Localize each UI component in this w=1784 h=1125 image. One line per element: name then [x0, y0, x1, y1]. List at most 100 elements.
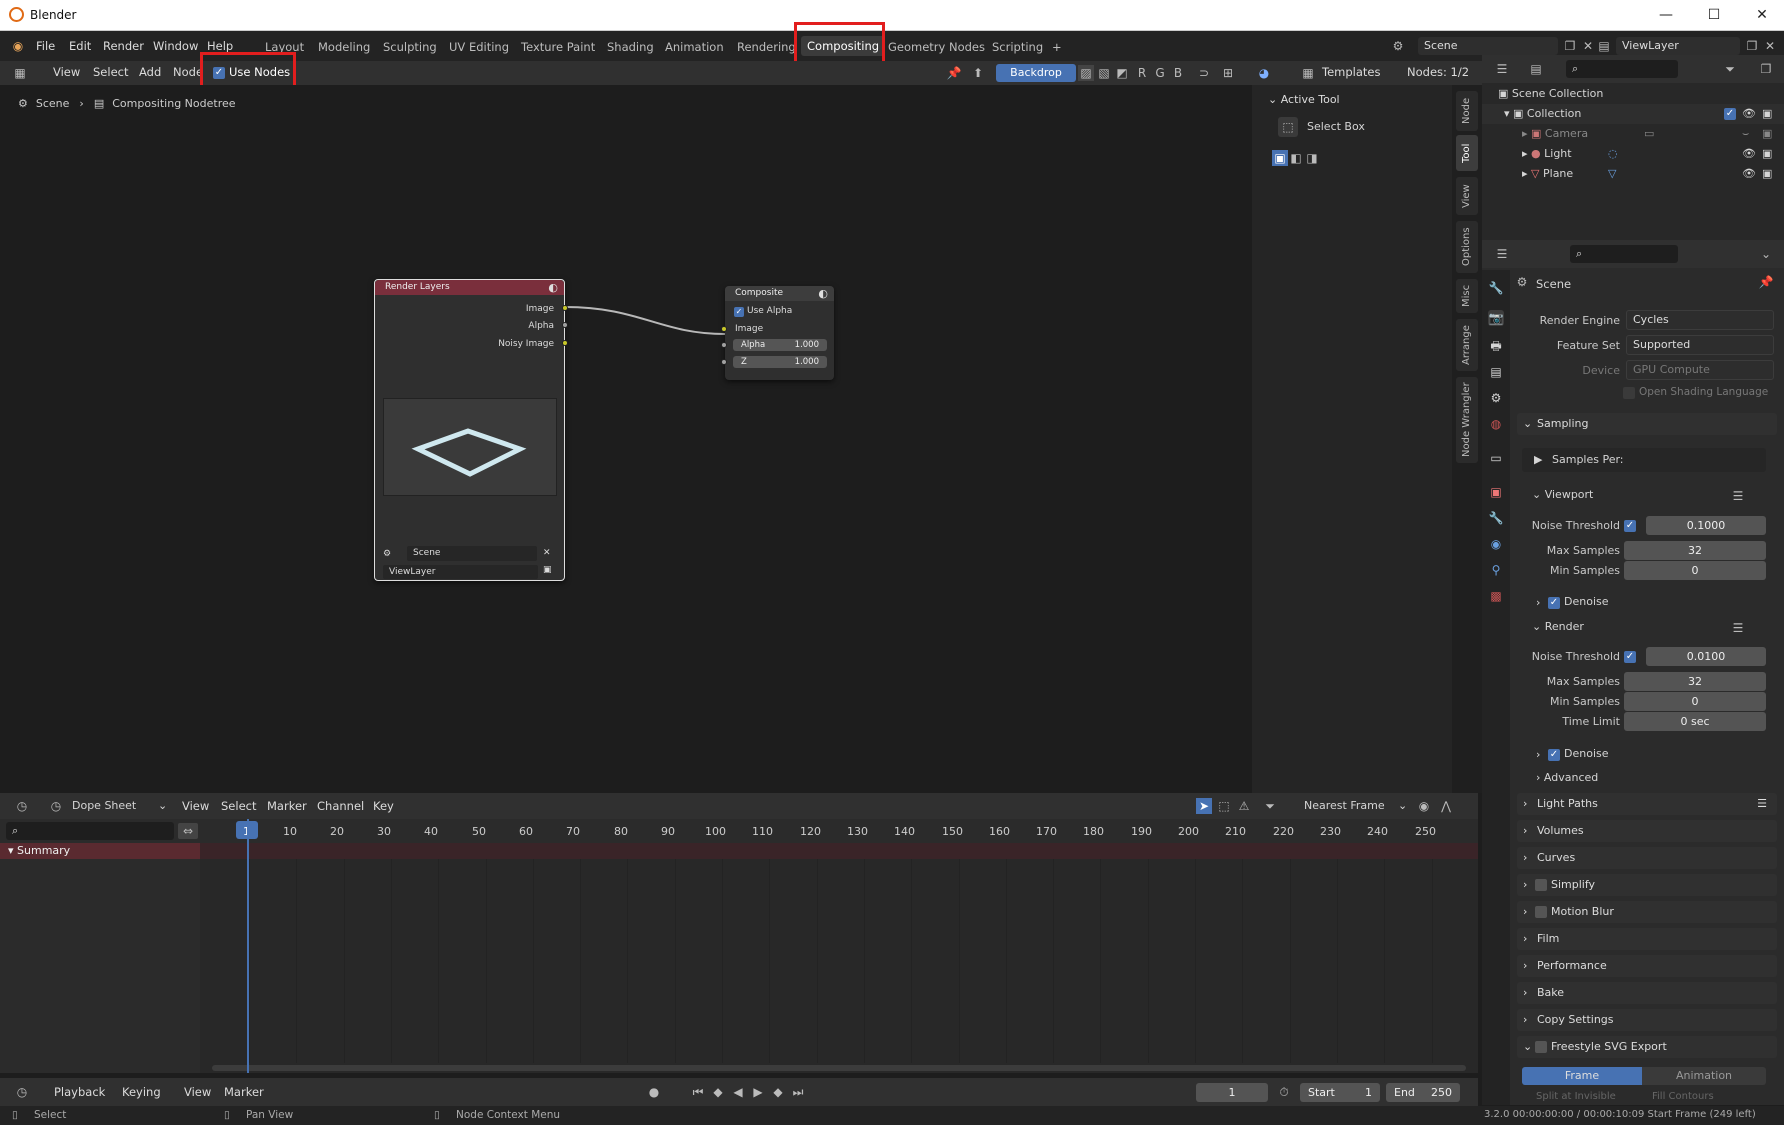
- sidebar-tab-options[interactable]: Options: [1456, 221, 1478, 273]
- texture-tab-icon[interactable]: ▩: [1488, 588, 1504, 604]
- world-tab-icon[interactable]: ◍: [1488, 416, 1504, 432]
- delete-viewlayer-icon[interactable]: ✕: [1762, 38, 1778, 54]
- frame-ruler[interactable]: ⌕ ⇔ 1 10 20 30 40 50 60 70 80 90 100 110…: [0, 819, 1478, 843]
- collection-exclude-checkbox[interactable]: ✓: [1724, 108, 1736, 120]
- physics-tab-icon[interactable]: ◉: [1488, 536, 1504, 552]
- device-dropdown[interactable]: GPU Compute: [1626, 360, 1774, 380]
- templates-menu[interactable]: Templates: [1322, 65, 1380, 79]
- display-rgba-icon[interactable]: ▧: [1096, 65, 1112, 81]
- visibility-icon[interactable]: 👁: [1742, 104, 1756, 124]
- add-workspace-button[interactable]: +: [1052, 40, 1062, 54]
- freestyle-svg-checkbox[interactable]: [1535, 1041, 1547, 1053]
- tab-animation[interactable]: Animation: [665, 40, 724, 54]
- r-min-field[interactable]: 0: [1624, 692, 1766, 711]
- parent-icon[interactable]: ⬆: [970, 65, 986, 81]
- mode-extend-icon[interactable]: ◧: [1288, 150, 1304, 166]
- viewport-subpanel[interactable]: ⌄ Viewport: [1532, 488, 1593, 501]
- render-layer-icon[interactable]: ▣: [543, 565, 552, 575]
- record-icon[interactable]: ●: [646, 1084, 662, 1100]
- mode-new-icon[interactable]: ▣: [1272, 150, 1288, 166]
- scene-selector[interactable]: Scene: [1418, 37, 1558, 55]
- active-tool-header[interactable]: ⌄ Active Tool: [1268, 91, 1448, 109]
- dope-menu-channel[interactable]: Channel: [317, 799, 364, 813]
- snap-icon[interactable]: ⊞: [1220, 65, 1236, 81]
- tab-sculpting[interactable]: Sculpting: [383, 40, 437, 54]
- copy-settings-panel[interactable]: › Copy Settings: [1517, 1009, 1777, 1031]
- z-input-field[interactable]: Z 1.000: [733, 356, 827, 368]
- output-tab-icon[interactable]: 🖶: [1488, 338, 1504, 354]
- sidebar-tab-node[interactable]: Node: [1456, 91, 1478, 131]
- camera-render-icon[interactable]: ▣: [1762, 144, 1772, 164]
- render-tab-icon[interactable]: 📷: [1488, 310, 1504, 326]
- modifier-tab-icon[interactable]: 🔧: [1488, 510, 1504, 526]
- collection-tab-icon[interactable]: ▭: [1488, 450, 1504, 466]
- dope-menu-view[interactable]: View: [182, 799, 209, 813]
- jump-start-icon[interactable]: ⏮: [690, 1084, 706, 1100]
- new-viewlayer-icon[interactable]: ❐: [1744, 38, 1760, 54]
- view-layer-tab-icon[interactable]: ▤: [1488, 364, 1504, 380]
- outliner-item-light[interactable]: ▸ ● Light ◌ 👁 ▣: [1482, 144, 1784, 164]
- sidebar-tab-view[interactable]: View: [1456, 177, 1478, 215]
- snap-dropdown[interactable]: Nearest Frame: [1304, 799, 1385, 812]
- menu-playback[interactable]: Playback: [54, 1085, 105, 1099]
- close-icon[interactable]: ✕: [1750, 4, 1774, 26]
- animation-mode-button[interactable]: Animation: [1642, 1067, 1766, 1085]
- render-icon[interactable]: ◐: [548, 281, 558, 294]
- bake-panel[interactable]: › Bake: [1517, 982, 1777, 1004]
- channel-search[interactable]: ⌕: [6, 822, 174, 840]
- alpha-socket[interactable]: [562, 322, 568, 328]
- tab-modeling[interactable]: Modeling: [318, 40, 370, 54]
- viewlayer-selector[interactable]: ViewLayer: [1616, 37, 1740, 55]
- menu-add[interactable]: Add: [139, 65, 161, 79]
- motion-blur-checkbox[interactable]: [1535, 906, 1547, 918]
- fill-contours-label[interactable]: Fill Contours: [1652, 1091, 1714, 1103]
- display-rgb-icon[interactable]: ▨: [1078, 65, 1094, 81]
- viewlayer-icon[interactable]: ▤: [1596, 38, 1612, 54]
- filter-icon[interactable]: ⏷: [1722, 61, 1738, 77]
- render-layers-header[interactable]: Render Layers: [375, 280, 564, 295]
- outliner-item-plane[interactable]: ▸ ▽ Plane ▽ 👁 ▣: [1482, 164, 1784, 184]
- channel-g[interactable]: G: [1152, 65, 1168, 81]
- visibility-icon[interactable]: 👁: [1742, 164, 1756, 184]
- scene-icon[interactable]: ⚙: [1390, 38, 1406, 54]
- tab-texture-paint[interactable]: Texture Paint: [521, 40, 595, 54]
- composite-node[interactable]: Composite ◐ ✓ Use Alpha Image Alpha 1.000…: [721, 286, 834, 380]
- play-reverse-icon[interactable]: ◀: [730, 1084, 746, 1100]
- menu-render[interactable]: Render: [103, 39, 144, 53]
- show-hidden-icon[interactable]: ⬚: [1216, 798, 1232, 814]
- noisy-image-socket[interactable]: [562, 340, 568, 346]
- freestyle-svg-panel[interactable]: ⌄ Freestyle SVG Export: [1517, 1036, 1777, 1058]
- horizontal-scrollbar[interactable]: [212, 1065, 1466, 1071]
- tab-uv-editing[interactable]: UV Editing: [449, 40, 509, 54]
- vp-min-field[interactable]: 0: [1624, 561, 1766, 580]
- time-limit-field[interactable]: 0 sec: [1624, 712, 1766, 731]
- menu-keying[interactable]: Keying: [122, 1085, 161, 1099]
- outliner-item-camera[interactable]: ▸ ▣ Camera ▭ ⌣ ▣: [1482, 124, 1784, 144]
- alpha-input-socket[interactable]: [721, 342, 727, 348]
- channel-r[interactable]: R: [1134, 65, 1150, 81]
- sidebar-tab-arrange[interactable]: Arrange: [1456, 319, 1478, 371]
- use-alpha-checkbox[interactable]: ✓: [734, 307, 744, 317]
- node-scene-field[interactable]: Scene: [407, 546, 537, 561]
- r-noise-checkbox[interactable]: ✓: [1624, 651, 1636, 663]
- performance-panel[interactable]: › Performance: [1517, 955, 1777, 977]
- r-max-field[interactable]: 32: [1624, 672, 1766, 691]
- chevron-down-icon[interactable]: ⌄: [1758, 246, 1774, 262]
- end-frame-field[interactable]: End 250: [1386, 1083, 1460, 1102]
- templates-icon[interactable]: ▦: [1300, 65, 1316, 81]
- sidebar-tab-misc[interactable]: Misc: [1456, 279, 1478, 313]
- new-collection-icon[interactable]: ❐: [1758, 61, 1774, 77]
- render-engine-dropdown[interactable]: Cycles: [1626, 310, 1774, 330]
- menu-tl-view[interactable]: View: [184, 1085, 211, 1099]
- r-denoise-checkbox[interactable]: ✓: [1548, 749, 1560, 761]
- osl-checkbox[interactable]: [1623, 387, 1635, 399]
- motion-blur-panel[interactable]: › Motion Blur: [1517, 901, 1777, 923]
- tab-rendering[interactable]: Rendering: [737, 40, 796, 54]
- filter-icon[interactable]: ⏷: [1262, 798, 1278, 814]
- render-icon[interactable]: ◐: [818, 287, 828, 300]
- tool-tab-icon[interactable]: 🔧: [1488, 280, 1504, 296]
- camera-render-icon[interactable]: ▣: [1762, 124, 1772, 144]
- presets-icon[interactable]: ☰: [1730, 620, 1746, 636]
- render-layers-node[interactable]: Render Layers ◐ Image Alpha Noisy Image …: [374, 279, 568, 581]
- split-invisible-label[interactable]: Split at Invisible: [1536, 1091, 1616, 1103]
